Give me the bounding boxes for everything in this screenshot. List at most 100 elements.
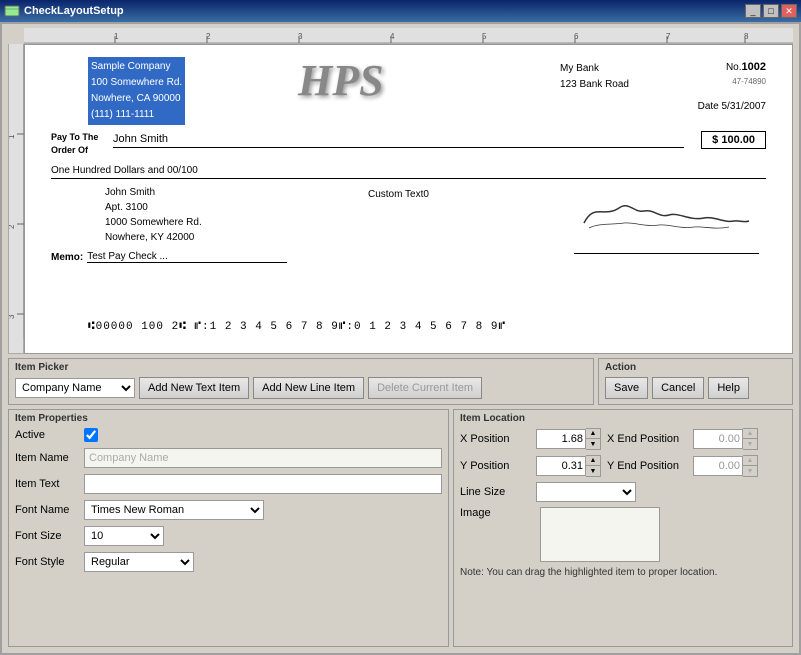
y-pos-input[interactable]	[536, 456, 586, 476]
minimize-button[interactable]: _	[745, 4, 761, 18]
bank-info: My Bank 123 Bank Road	[560, 61, 629, 93]
svg-text:3: 3	[9, 314, 16, 319]
item-name-row: Item Name Company Name	[15, 448, 442, 468]
x-end-input	[693, 429, 743, 449]
item-picker-dropdown[interactable]: Company Name Bank Name Date Pay To Amoun…	[15, 378, 135, 398]
y-pos-spinner-btns: ▲ ▼	[586, 455, 601, 477]
item-text-row: Item Text	[15, 474, 442, 494]
date-line: Date 5/31/2007	[698, 101, 766, 112]
picker-action-row: Item Picker Company Name Bank Name Date …	[8, 358, 793, 405]
item-picker-box: Item Picker Company Name Bank Name Date …	[8, 358, 594, 405]
micr-line: ⑆00000 100 2⑆ ⑈:1 2 3 4 5 6 7 8 9⑈:0 1 2…	[88, 321, 506, 333]
action-box: Action Save Cancel Help	[598, 358, 793, 405]
action-title: Action	[605, 362, 786, 373]
check-wrapper: 1 2 3 Sample Company 100 Somewhere Rd. N…	[8, 44, 793, 354]
x-pos-input[interactable]	[536, 429, 586, 449]
y-end-spinner-btns: ▲ ▼	[743, 455, 758, 477]
x-position-row: X Position ▲ ▼ X End Position ▲ ▼	[460, 428, 786, 450]
props-location-row: Item Properties Active Item Name Company…	[8, 409, 793, 647]
image-row: Image	[460, 507, 786, 562]
x-end-up: ▲	[743, 429, 757, 439]
action-controls: Save Cancel Help	[605, 377, 786, 399]
x-pos-down[interactable]: ▼	[586, 439, 600, 449]
font-size-label: Font Size	[15, 530, 80, 542]
svg-text:2: 2	[9, 224, 16, 229]
signature-line	[574, 253, 759, 254]
y-pos-label: Y Position	[460, 460, 530, 472]
font-style-row: Font Style Regular Bold Italic	[15, 552, 442, 572]
font-size-dropdown[interactable]: 10 8 12	[84, 526, 164, 546]
cancel-button[interactable]: Cancel	[652, 377, 704, 399]
x-end-spinner-btns: ▲ ▼	[743, 428, 758, 450]
hps-logo: HPS	[298, 55, 384, 106]
custom-text: Custom Text0	[368, 189, 429, 200]
font-style-dropdown[interactable]: Regular Bold Italic	[84, 552, 194, 572]
font-name-label: Font Name	[15, 504, 80, 516]
company-info-highlight[interactable]: Sample Company 100 Somewhere Rd. Nowhere…	[88, 57, 185, 125]
pay-to-label: Pay To The Order Of	[51, 131, 98, 157]
image-preview	[540, 507, 660, 562]
written-amount: One Hundred Dollars and 00/100	[51, 165, 766, 179]
window-controls: _ □ ✕	[745, 4, 797, 18]
y-pos-up[interactable]: ▲	[586, 456, 600, 466]
check-content: Sample Company 100 Somewhere Rd. Nowhere…	[33, 53, 784, 345]
x-end-spinner: ▲ ▼	[693, 428, 758, 450]
y-end-input	[693, 456, 743, 476]
font-style-label: Font Style	[15, 556, 80, 568]
item-name-field[interactable]: Company Name	[84, 448, 442, 468]
y-end-spinner: ▲ ▼	[693, 455, 758, 477]
company-name: Sample Company 100 Somewhere Rd. Nowhere…	[91, 59, 182, 123]
routing-number: 47-74890	[732, 77, 766, 86]
item-props-title: Item Properties	[15, 413, 442, 424]
item-picker-title: Item Picker	[15, 362, 587, 373]
add-text-item-button[interactable]: Add New Text Item	[139, 377, 249, 399]
close-button[interactable]: ✕	[781, 4, 797, 18]
delete-item-button[interactable]: Delete Current Item	[368, 377, 482, 399]
y-position-row: Y Position ▲ ▼ Y End Position ▲ ▼	[460, 455, 786, 477]
check-number: No.1002	[726, 61, 766, 73]
item-properties-box: Item Properties Active Item Name Company…	[8, 409, 449, 647]
bottom-panel: Item Picker Company Name Bank Name Date …	[8, 358, 793, 647]
memo-section: Memo: Test Pay Check ...	[51, 251, 287, 263]
line-size-label: Line Size	[460, 486, 530, 498]
x-pos-up[interactable]: ▲	[586, 429, 600, 439]
x-pos-spinner-btns: ▲ ▼	[586, 428, 601, 450]
amount: $ 100.00	[701, 131, 766, 149]
active-checkbox[interactable]	[84, 428, 98, 442]
active-label: Active	[15, 429, 80, 441]
maximize-button[interactable]: □	[763, 4, 779, 18]
help-button[interactable]: Help	[708, 377, 749, 399]
font-name-dropdown[interactable]: Times New Roman Arial Courier New	[84, 500, 264, 520]
signature	[574, 183, 759, 243]
window-body: 1 2 3 4 5 6 7 8 1 2	[0, 22, 801, 655]
item-text-label: Item Text	[15, 478, 80, 490]
line-size-dropdown[interactable]	[536, 482, 636, 502]
save-button[interactable]: Save	[605, 377, 648, 399]
active-row: Active	[15, 428, 442, 442]
item-name-label: Item Name	[15, 452, 80, 464]
x-pos-label: X Position	[460, 433, 530, 445]
y-pos-down[interactable]: ▼	[586, 466, 600, 476]
horizontal-ruler: 1 2 3 4 5 6 7 8	[24, 28, 793, 44]
app-icon	[4, 3, 20, 19]
svg-text:1: 1	[9, 134, 16, 139]
y-pos-spinner: ▲ ▼	[536, 455, 601, 477]
x-end-label: X End Position	[607, 433, 687, 445]
item-text-field[interactable]	[84, 474, 442, 494]
line-size-row: Line Size	[460, 482, 786, 502]
item-location-box: Item Location X Position ▲ ▼ X End Posit…	[453, 409, 793, 647]
window-title: CheckLayoutSetup	[24, 5, 745, 17]
check-preview: Sample Company 100 Somewhere Rd. Nowhere…	[24, 44, 793, 354]
add-line-item-button[interactable]: Add New Line Item	[253, 377, 364, 399]
payee-address: John Smith Apt. 3100 1000 Somewhere Rd. …	[105, 185, 202, 245]
note-text: Note: You can drag the highlighted item …	[460, 567, 786, 578]
y-end-label: Y End Position	[607, 460, 687, 472]
font-name-row: Font Name Times New Roman Arial Courier …	[15, 500, 442, 520]
payee-name: John Smith	[113, 133, 684, 148]
x-pos-spinner: ▲ ▼	[536, 428, 601, 450]
vertical-ruler: 1 2 3	[8, 44, 24, 354]
y-end-down: ▼	[743, 466, 757, 476]
y-end-up: ▲	[743, 456, 757, 466]
image-label: Image	[460, 507, 530, 519]
title-bar: CheckLayoutSetup _ □ ✕	[0, 0, 801, 22]
